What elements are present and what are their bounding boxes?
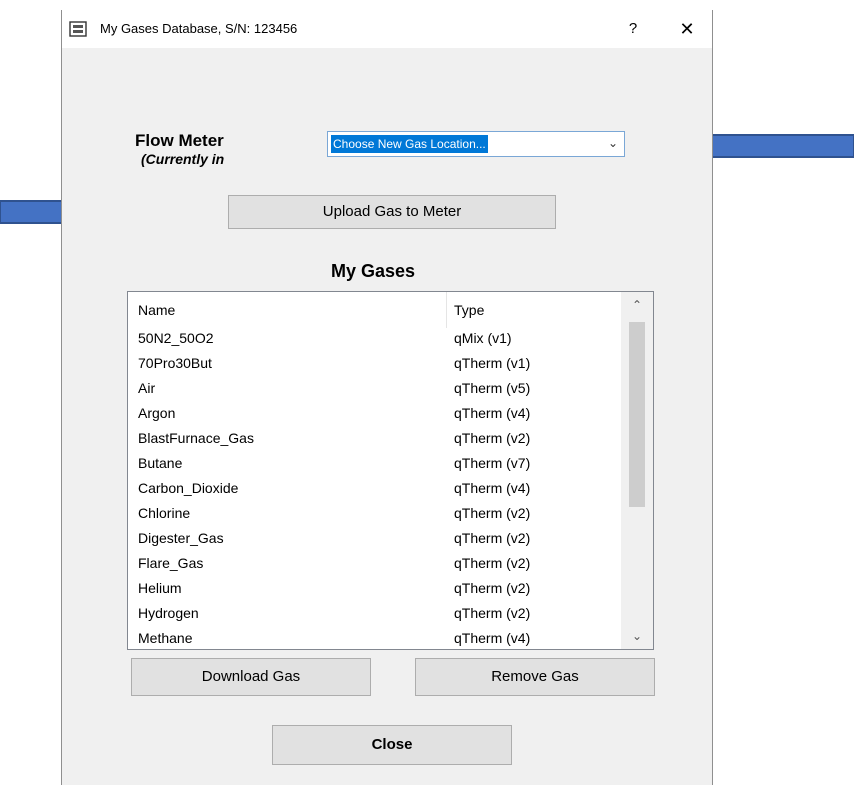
gas-type: qTherm (v2) [454,605,531,621]
dropdown-selected-value: Choose New Gas Location... [330,134,489,154]
column-header-name[interactable]: Name [138,302,175,318]
gas-name: Air [138,380,156,396]
gas-name: Carbon_Dioxide [138,480,239,496]
database-app-icon [69,21,87,37]
list-item[interactable]: 70Pro30But qTherm (v1) [128,352,623,377]
list-item[interactable]: Flare_Gas qTherm (v2) [128,552,623,577]
list-item[interactable]: Helium qTherm (v2) [128,577,623,602]
gas-name: Chlorine [138,505,191,521]
list-item[interactable]: Hydrogen qTherm (v2) [128,602,623,627]
gas-type: qTherm (v2) [454,505,531,521]
gases-list[interactable]: Name Type 50N2_50O2 qMix (v1) 70Pro30But qT… [127,291,654,650]
flow-meter-sublabel: (Currently in [141,151,225,167]
list-item[interactable]: 50N2_50O2 qMix (v1) [128,327,623,352]
window-title: My Gases Database, S/N: 123456 [100,21,298,36]
list-item[interactable]: Digester_Gas qTherm (v2) [128,527,623,552]
list-item[interactable]: BlastFurnace_Gas qTherm (v2) [128,427,623,452]
gas-type: qMix (v1) [454,330,512,346]
gas-name: Butane [138,455,183,471]
scroll-down-icon[interactable]: ⌄ [621,625,653,647]
gas-type: qTherm (v4) [454,405,531,421]
gas-name: 70Pro30But [138,355,212,371]
title-bar: My Gases Database, S/N: 123456 ? ✕ [62,10,712,48]
gas-type: qTherm (v5) [454,380,531,396]
vertical-scrollbar[interactable]: ⌃ ⌄ [621,292,653,649]
gas-type: qTherm (v7) [454,455,531,471]
gas-type: qTherm (v1) [454,355,531,371]
gas-type: qTherm (v2) [454,580,531,596]
my-gases-heading: My Gases [331,261,416,281]
gas-name: Digester_Gas [138,530,224,546]
gas-location-dropdown[interactable]: Choose New Gas Location... ⌄ [327,131,625,157]
list-item[interactable]: Butane qTherm (v7) [128,452,623,477]
list-item[interactable]: Argon qTherm (v4) [128,402,623,427]
remove-gas-button[interactable]: Remove Gas [415,658,655,696]
gas-name: Flare_Gas [138,555,204,571]
gas-type: qTherm (v4) [454,480,531,496]
gas-type: qTherm (v2) [454,430,531,446]
column-header-type[interactable]: Type [454,302,484,318]
scroll-thumb[interactable] [629,322,645,507]
column-divider[interactable] [446,292,447,328]
download-gas-button[interactable]: Download Gas [131,658,371,696]
scroll-up-icon[interactable]: ⌃ [621,294,653,316]
gas-name: Methane [138,630,193,646]
window-close-button[interactable]: ✕ [672,16,702,42]
list-item[interactable]: Air qTherm (v5) [128,377,623,402]
chevron-down-icon[interactable]: ⌄ [608,136,618,150]
gas-name: Hydrogen [138,605,199,621]
gas-name: Argon [138,405,176,421]
gas-name: BlastFurnace_Gas [138,430,254,446]
list-item[interactable]: Methane qTherm (v4) [128,627,623,649]
list-item[interactable]: Chlorine qTherm (v2) [128,502,623,527]
gas-name: 50N2_50O2 [138,330,214,346]
close-button[interactable]: Close [272,725,512,765]
gas-name: Helium [138,580,182,596]
gas-type: qTherm (v2) [454,555,531,571]
upload-gas-button[interactable]: Upload Gas to Meter [228,195,556,229]
list-item[interactable]: Carbon_Dioxide qTherm (v4) [128,477,623,502]
gas-type: qTherm (v4) [454,630,531,646]
flow-meter-label: Flow Meter [135,131,224,150]
my-gases-dialog: My Gases Database, S/N: 123456 ? ✕ Flow … [61,10,713,785]
gas-type: qTherm (v2) [454,530,531,546]
help-button[interactable]: ? [620,16,646,42]
